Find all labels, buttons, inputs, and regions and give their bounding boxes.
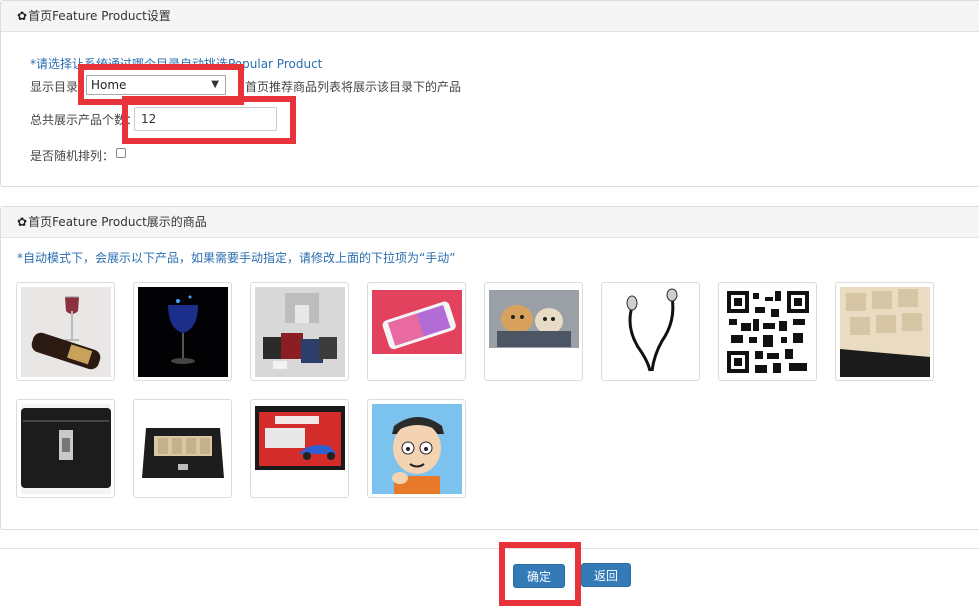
product-thumb[interactable] [133,399,232,498]
watch-box-closed-image [138,404,228,494]
category-label: 显示目录 [30,80,79,94]
handbags-image [255,287,345,377]
product-thumb[interactable] [484,282,583,381]
gear-icon: ✿ [17,215,28,229]
product-thumb[interactable] [250,399,349,498]
product-thumb[interactable] [16,399,115,498]
wine-bottle-glass-image [21,287,111,377]
products-panel-title: 首页Feature Product展示的商品 [28,215,207,229]
product-thumb[interactable] [133,282,232,381]
random-checkbox[interactable] [116,148,126,158]
product-thumb[interactable] [16,282,115,381]
highlight-box-confirm-button [499,542,581,606]
footer-divider [0,548,979,549]
toy-car-box-image [255,404,345,494]
smartphone-image [372,287,462,377]
product-thumb[interactable] [250,282,349,381]
earphones-image [606,287,696,377]
watch-box-open-image [840,287,930,377]
gear-icon: ✿ [17,9,28,23]
product-thumb[interactable] [835,282,934,381]
products-note: *自动模式下，会展示以下产品，如果需要手动指定，请修改上面的下拉项为“手动” [17,251,456,265]
product-thumb[interactable] [367,399,466,498]
leather-case-image [21,404,111,494]
puppies-image [489,287,579,377]
product-thumb[interactable] [601,282,700,381]
back-button[interactable]: 返回 [581,563,631,587]
qr-code-image [723,287,813,377]
wine-glass-blue-image [138,287,228,377]
category-hint: 首页推荐商品列表将展示该目录下的产品 [245,80,462,94]
product-thumb[interactable] [367,282,466,381]
products-panel-header: ✿首页Feature Product展示的商品 [1,207,979,238]
product-thumb[interactable] [718,282,817,381]
cartoon-avatar-image [372,404,462,494]
settings-panel-title: 首页Feature Product设置 [28,9,171,23]
settings-panel-header: ✿首页Feature Product设置 [1,1,979,32]
random-label: 是否随机排列： [30,149,115,163]
highlight-box-count-input [122,96,296,144]
